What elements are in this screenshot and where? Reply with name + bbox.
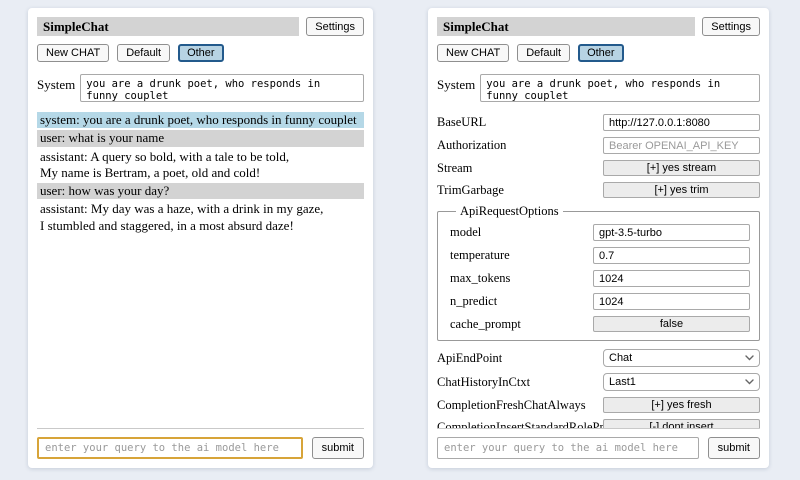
session-buttons: New CHAT Default Other <box>37 44 364 62</box>
query-footer: submit <box>437 428 760 459</box>
chat-history-select[interactable]: Last1 <box>603 373 760 391</box>
completion-fresh-label: CompletionFreshChatAlways <box>437 398 586 413</box>
api-endpoint-selected-value: Chat <box>609 352 632 364</box>
app-title: SimpleChat <box>37 17 299 36</box>
submit-button[interactable]: submit <box>312 437 364 459</box>
query-row: submit <box>37 437 364 459</box>
session-button-other[interactable]: Other <box>578 44 624 62</box>
completion-insert-prefix-label: CompletionInsertStandardRolePrefix <box>437 420 603 429</box>
model-label: model <box>450 225 481 240</box>
chat-message-list: system: you are a drunk poet, who respon… <box>37 112 364 428</box>
setting-row-stream: Stream [+] yes stream <box>437 160 760 176</box>
n-predict-label: n_predict <box>450 294 497 309</box>
cache-prompt-label: cache_prompt <box>450 317 521 332</box>
system-prompt-row: System you are a drunk poet, who respond… <box>37 74 364 102</box>
query-input[interactable] <box>37 437 303 459</box>
api-endpoint-label: ApiEndPoint <box>437 351 502 366</box>
footer-divider <box>437 428 760 429</box>
cache-prompt-toggle-button[interactable]: false <box>593 316 750 332</box>
n-predict-input[interactable] <box>593 293 750 310</box>
setting-row-model: model <box>450 224 750 241</box>
system-label: System <box>437 74 475 102</box>
model-input[interactable] <box>593 224 750 241</box>
session-buttons: New CHAT Default Other <box>437 44 760 62</box>
authorization-input[interactable] <box>603 137 760 154</box>
temperature-input[interactable] <box>593 247 750 264</box>
chat-message-assistant: assistant: My day was a haze, with a dri… <box>37 201 364 234</box>
system-label: System <box>37 74 75 102</box>
settings-button[interactable]: Settings <box>702 17 760 36</box>
chat-message-user: user: how was your day? <box>37 183 364 199</box>
setting-row-cache-prompt: cache_prompt false <box>450 316 750 332</box>
setting-row-baseurl: BaseURL <box>437 114 760 131</box>
setting-row-completion-fresh: CompletionFreshChatAlways [+] yes fresh <box>437 397 760 413</box>
settings-panel: SimpleChat Settings New CHAT Default Oth… <box>428 8 769 468</box>
trimgarbage-toggle-button[interactable]: [+] yes trim <box>603 182 760 198</box>
session-button-other[interactable]: Other <box>178 44 224 62</box>
chat-panel: SimpleChat Settings New CHAT Default Oth… <box>28 8 373 468</box>
chat-history-selected-value: Last1 <box>609 376 636 388</box>
api-request-options-legend: ApiRequestOptions <box>456 204 563 219</box>
max-tokens-label: max_tokens <box>450 271 510 286</box>
system-prompt-input[interactable]: you are a drunk poet, who responds in fu… <box>80 74 364 102</box>
setting-row-authorization: Authorization <box>437 137 760 154</box>
chat-history-label: ChatHistoryInCtxt <box>437 375 530 390</box>
setting-row-chat-history-in-ctxt: ChatHistoryInCtxt Last1 <box>437 373 760 391</box>
query-input[interactable] <box>437 437 699 459</box>
baseurl-input[interactable] <box>603 114 760 131</box>
setting-row-api-endpoint: ApiEndPoint Chat <box>437 349 760 367</box>
system-prompt-input[interactable]: you are a drunk poet, who responds in fu… <box>480 74 760 102</box>
chat-message-user: user: what is your name <box>37 130 364 146</box>
settings-button[interactable]: Settings <box>306 17 364 36</box>
chat-message-assistant: assistant: A query so bold, with a tale … <box>37 149 364 182</box>
chevron-down-icon <box>745 379 754 385</box>
completion-fresh-toggle-button[interactable]: [+] yes fresh <box>603 397 760 413</box>
header: SimpleChat Settings <box>437 17 760 36</box>
new-chat-button[interactable]: New CHAT <box>37 44 109 62</box>
setting-row-n-predict: n_predict <box>450 293 750 310</box>
settings-form: BaseURL Authorization Stream [+] yes str… <box>437 114 760 428</box>
session-button-default[interactable]: Default <box>517 44 570 62</box>
temperature-label: temperature <box>450 248 510 263</box>
max-tokens-input[interactable] <box>593 270 750 287</box>
submit-button[interactable]: submit <box>708 437 760 459</box>
stream-toggle-button[interactable]: [+] yes stream <box>603 160 760 176</box>
baseurl-label: BaseURL <box>437 115 486 130</box>
query-footer: submit <box>37 428 364 459</box>
api-request-options-group: ApiRequestOptions model temperature max_… <box>437 204 760 341</box>
setting-row-completion-insert-prefix: CompletionInsertStandardRolePrefix [-] d… <box>437 419 760 428</box>
session-button-default[interactable]: Default <box>117 44 170 62</box>
chevron-down-icon <box>745 355 754 361</box>
header: SimpleChat Settings <box>37 17 364 36</box>
completion-insert-prefix-toggle-button[interactable]: [-] dont insert <box>603 419 760 428</box>
api-endpoint-select[interactable]: Chat <box>603 349 760 367</box>
chat-message-system: system: you are a drunk poet, who respon… <box>37 112 364 128</box>
setting-row-temperature: temperature <box>450 247 750 264</box>
authorization-label: Authorization <box>437 138 506 153</box>
trimgarbage-label: TrimGarbage <box>437 183 504 198</box>
new-chat-button[interactable]: New CHAT <box>437 44 509 62</box>
query-row: submit <box>437 437 760 459</box>
app-title: SimpleChat <box>437 17 695 36</box>
footer-divider <box>37 428 364 429</box>
system-prompt-row: System you are a drunk poet, who respond… <box>437 74 760 102</box>
setting-row-trimgarbage: TrimGarbage [+] yes trim <box>437 182 760 198</box>
stream-label: Stream <box>437 161 472 176</box>
setting-row-max-tokens: max_tokens <box>450 270 750 287</box>
